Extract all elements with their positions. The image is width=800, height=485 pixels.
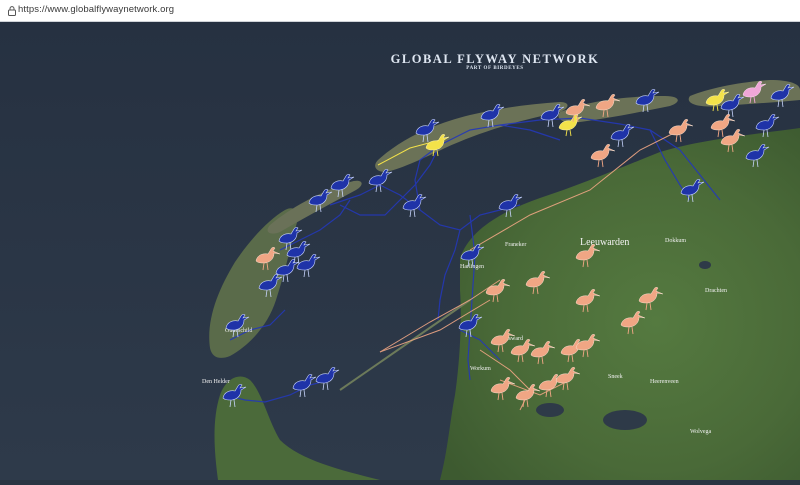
label-heerenveen: Heerenveen (650, 379, 679, 385)
label-dokkum: Dokkum (665, 238, 686, 244)
label-drachten: Drachten (705, 288, 727, 294)
url-text[interactable]: https://www.globalflywaynetwork.org (18, 4, 174, 15)
label-franeker: Franeker (505, 242, 526, 248)
label-harlingen: Harlingen (460, 264, 484, 270)
lake (536, 403, 564, 417)
label-leeuwarden: Leeuwarden (580, 237, 629, 248)
flyway-map[interactable]: Leeuwarden Den Helder Bolsward Harlingen… (0, 22, 800, 480)
map-title: GLOBAL FLYWAY NETWORK (390, 52, 600, 66)
label-sneek: Sneek (608, 374, 623, 380)
browser-address-bar[interactable]: https://www.globalflywaynetwork.org (0, 0, 800, 22)
label-workum: Workum (470, 366, 491, 372)
lake (603, 410, 647, 430)
map-subtitle: PART OF BIRDEYES (466, 66, 524, 71)
lock-icon (8, 6, 16, 16)
map-canvas[interactable]: Leeuwarden Den Helder Bolsward Harlingen… (0, 22, 800, 480)
lake (699, 261, 711, 269)
label-den-helder: Den Helder (202, 379, 230, 385)
label-wolvega: Wolvega (690, 429, 712, 435)
